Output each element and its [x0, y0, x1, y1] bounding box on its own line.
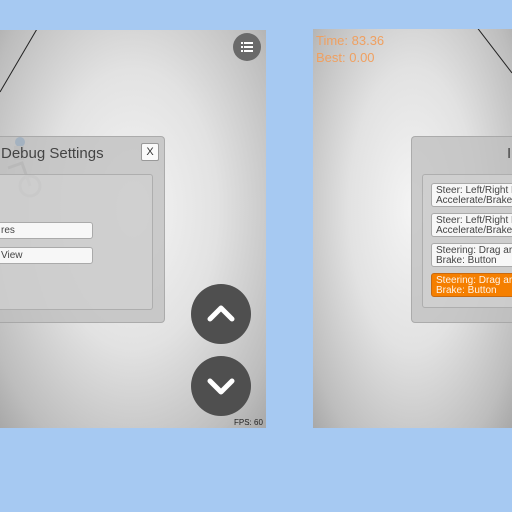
control-option-3[interactable]: Steering: Drag aro Brake: Button	[431, 243, 512, 267]
chevron-down-icon	[207, 378, 235, 395]
control-option-line2: Accelerate/Brake:	[436, 225, 512, 236]
debug-settings-panel: Debug Settings X res View	[0, 136, 165, 323]
debug-option-label: View	[1, 250, 23, 261]
accelerate-button[interactable]	[191, 284, 251, 344]
control-option-4-selected[interactable]: Steering: Drag aro Brake: Button	[431, 273, 512, 297]
right-game-screen: Time: 83.36 Best: 0.00 I Steer: Left/Rig…	[313, 29, 512, 428]
control-option-line2: Brake: Button	[436, 255, 497, 266]
control-option-1[interactable]: Steer: Left/Right D Accelerate/Brake:	[431, 183, 512, 207]
debug-settings-body: res View	[0, 174, 153, 310]
menu-button[interactable]	[233, 33, 261, 61]
list-icon	[241, 42, 253, 52]
control-option-line2: Accelerate/Brake:	[436, 195, 512, 206]
controls-panel-title: I	[507, 145, 512, 162]
control-option-line2: Brake: Button	[436, 285, 497, 296]
time-display: Time: 83.36	[316, 33, 385, 48]
best-time-display: Best: 0.00	[316, 50, 375, 65]
fps-counter: FPS: 60	[234, 418, 263, 427]
brake-button[interactable]	[191, 356, 251, 416]
debug-option-view[interactable]: View	[0, 247, 93, 264]
left-game-screen: Debug Settings X res View FPS: 60	[0, 30, 266, 428]
controls-panel-body: Steer: Left/Right D Accelerate/Brake: St…	[422, 174, 512, 308]
chevron-up-icon	[207, 305, 235, 322]
debug-option-textures[interactable]: res	[0, 222, 93, 239]
control-option-2[interactable]: Steer: Left/Right D Accelerate/Brake:	[431, 213, 512, 237]
debug-option-label: res	[1, 225, 15, 236]
controls-panel: I Steer: Left/Right D Accelerate/Brake: …	[411, 136, 512, 323]
close-button[interactable]: X	[141, 143, 159, 161]
debug-settings-title: Debug Settings	[1, 145, 104, 162]
